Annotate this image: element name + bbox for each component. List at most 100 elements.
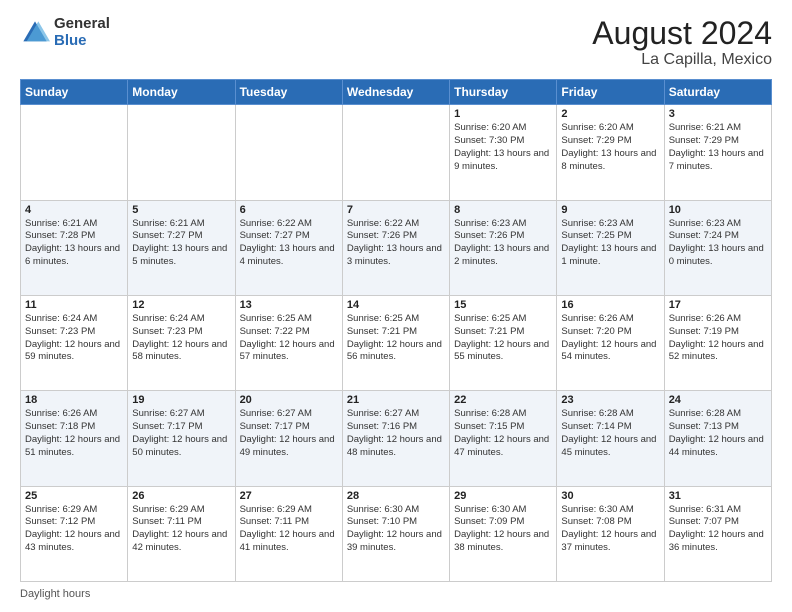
- day-info: Sunrise: 6:27 AM: [240, 408, 338, 421]
- day-info: Daylight: 12 hours and 56 minutes.: [347, 339, 445, 365]
- day-info: Sunset: 7:16 PM: [347, 421, 445, 434]
- day-info: Daylight: 12 hours and 57 minutes.: [240, 339, 338, 365]
- day-info: Sunrise: 6:23 AM: [561, 218, 659, 231]
- calendar-cell: 8Sunrise: 6:23 AMSunset: 7:26 PMDaylight…: [450, 200, 557, 295]
- day-info: Sunrise: 6:25 AM: [347, 313, 445, 326]
- calendar-cell: [235, 105, 342, 200]
- day-info: Sunrise: 6:29 AM: [132, 504, 230, 517]
- daylight-label: Daylight hours: [20, 588, 90, 600]
- day-info: Sunset: 7:21 PM: [347, 326, 445, 339]
- day-number: 31: [669, 490, 767, 502]
- col-header-monday: Monday: [128, 80, 235, 105]
- day-number: 14: [347, 299, 445, 311]
- calendar-cell: 11Sunrise: 6:24 AMSunset: 7:23 PMDayligh…: [21, 295, 128, 390]
- day-number: 25: [25, 490, 123, 502]
- calendar-cell: 25Sunrise: 6:29 AMSunset: 7:12 PMDayligh…: [21, 486, 128, 581]
- day-info: Daylight: 12 hours and 39 minutes.: [347, 529, 445, 555]
- day-number: 28: [347, 490, 445, 502]
- calendar-cell: 1Sunrise: 6:20 AMSunset: 7:30 PMDaylight…: [450, 105, 557, 200]
- day-info: Daylight: 12 hours and 44 minutes.: [669, 434, 767, 460]
- day-info: Sunrise: 6:28 AM: [561, 408, 659, 421]
- day-info: Sunset: 7:11 PM: [240, 516, 338, 529]
- day-info: Sunrise: 6:27 AM: [132, 408, 230, 421]
- day-info: Sunset: 7:28 PM: [25, 230, 123, 243]
- calendar-cell: [128, 105, 235, 200]
- day-number: 26: [132, 490, 230, 502]
- calendar-cell: 29Sunrise: 6:30 AMSunset: 7:09 PMDayligh…: [450, 486, 557, 581]
- day-info: Sunset: 7:26 PM: [347, 230, 445, 243]
- day-info: Daylight: 13 hours and 1 minute.: [561, 243, 659, 269]
- week-row-4: 25Sunrise: 6:29 AMSunset: 7:12 PMDayligh…: [21, 486, 772, 581]
- day-number: 8: [454, 204, 552, 216]
- day-number: 21: [347, 394, 445, 406]
- day-info: Sunrise: 6:26 AM: [25, 408, 123, 421]
- day-info: Daylight: 13 hours and 4 minutes.: [240, 243, 338, 269]
- day-number: 19: [132, 394, 230, 406]
- day-info: Sunrise: 6:30 AM: [454, 504, 552, 517]
- day-info: Daylight: 12 hours and 58 minutes.: [132, 339, 230, 365]
- day-info: Sunrise: 6:22 AM: [347, 218, 445, 231]
- week-row-2: 11Sunrise: 6:24 AMSunset: 7:23 PMDayligh…: [21, 295, 772, 390]
- day-info: Sunset: 7:17 PM: [240, 421, 338, 434]
- day-info: Daylight: 13 hours and 5 minutes.: [132, 243, 230, 269]
- calendar-cell: 16Sunrise: 6:26 AMSunset: 7:20 PMDayligh…: [557, 295, 664, 390]
- day-info: Sunrise: 6:26 AM: [561, 313, 659, 326]
- day-info: Sunrise: 6:24 AM: [132, 313, 230, 326]
- calendar-cell: 20Sunrise: 6:27 AMSunset: 7:17 PMDayligh…: [235, 391, 342, 486]
- calendar-table: SundayMondayTuesdayWednesdayThursdayFrid…: [20, 79, 772, 582]
- day-number: 22: [454, 394, 552, 406]
- logo: General Blue: [20, 16, 110, 49]
- day-info: Sunset: 7:27 PM: [240, 230, 338, 243]
- day-info: Sunrise: 6:20 AM: [454, 122, 552, 135]
- day-info: Sunrise: 6:26 AM: [669, 313, 767, 326]
- day-info: Daylight: 12 hours and 55 minutes.: [454, 339, 552, 365]
- calendar-cell: 28 Sunrise: 6:30 AMSunset: 7:10 PMDayligh…: [342, 486, 449, 581]
- day-info: Sunset: 7:10 PM: [347, 516, 445, 529]
- calendar-cell: 30Sunrise: 6:30 AMSunset: 7:08 PMDayligh…: [557, 486, 664, 581]
- day-number: 2: [561, 108, 659, 120]
- day-info: Daylight: 12 hours and 52 minutes.: [669, 339, 767, 365]
- header: General Blue August 2024 La Capilla, Mex…: [20, 16, 772, 69]
- day-info: Sunrise: 6:30 AM: [347, 504, 445, 517]
- day-info: Sunrise: 6:25 AM: [240, 313, 338, 326]
- logo-icon: [20, 18, 50, 48]
- day-info: Sunset: 7:14 PM: [561, 421, 659, 434]
- calendar-cell: 17Sunrise: 6:26 AMSunset: 7:19 PMDayligh…: [664, 295, 771, 390]
- day-info: Daylight: 12 hours and 45 minutes.: [561, 434, 659, 460]
- day-info: Sunset: 7:25 PM: [561, 230, 659, 243]
- day-info: Sunset: 7:18 PM: [25, 421, 123, 434]
- day-info: Sunset: 7:11 PM: [132, 516, 230, 529]
- day-info: Sunrise: 6:21 AM: [25, 218, 123, 231]
- calendar-cell: 6Sunrise: 6:22 AMSunset: 7:27 PMDaylight…: [235, 200, 342, 295]
- day-info: Daylight: 13 hours and 2 minutes.: [454, 243, 552, 269]
- day-info: Sunrise: 6:28 AM: [454, 408, 552, 421]
- day-number: 4: [25, 204, 123, 216]
- day-info: Daylight: 12 hours and 50 minutes.: [132, 434, 230, 460]
- day-number: 5: [132, 204, 230, 216]
- day-info: Daylight: 13 hours and 8 minutes.: [561, 148, 659, 174]
- day-info: Sunrise: 6:21 AM: [669, 122, 767, 135]
- day-number: 16: [561, 299, 659, 311]
- day-info: Sunset: 7:09 PM: [454, 516, 552, 529]
- day-info: Daylight: 12 hours and 59 minutes.: [25, 339, 123, 365]
- calendar-cell: 22Sunrise: 6:28 AMSunset: 7:15 PMDayligh…: [450, 391, 557, 486]
- day-number: 29: [454, 490, 552, 502]
- day-info: Sunset: 7:29 PM: [561, 135, 659, 148]
- day-number: 12: [132, 299, 230, 311]
- day-info: Daylight: 12 hours and 54 minutes.: [561, 339, 659, 365]
- day-number: 27: [240, 490, 338, 502]
- day-number: 18: [25, 394, 123, 406]
- day-info: Daylight: 12 hours and 41 minutes.: [240, 529, 338, 555]
- day-info: Sunrise: 6:20 AM: [561, 122, 659, 135]
- title-block: August 2024 La Capilla, Mexico: [592, 16, 772, 69]
- calendar-cell: 27Sunrise: 6:29 AMSunset: 7:11 PMDayligh…: [235, 486, 342, 581]
- week-row-3: 18Sunrise: 6:26 AMSunset: 7:18 PMDayligh…: [21, 391, 772, 486]
- calendar-cell: 19Sunrise: 6:27 AMSunset: 7:17 PMDayligh…: [128, 391, 235, 486]
- day-info: Daylight: 12 hours and 43 minutes.: [25, 529, 123, 555]
- day-info: Daylight: 12 hours and 51 minutes.: [25, 434, 123, 460]
- day-info: Sunrise: 6:29 AM: [25, 504, 123, 517]
- day-info: Daylight: 13 hours and 3 minutes.: [347, 243, 445, 269]
- col-header-tuesday: Tuesday: [235, 80, 342, 105]
- day-info: Daylight: 12 hours and 37 minutes.: [561, 529, 659, 555]
- day-info: Daylight: 12 hours and 48 minutes.: [347, 434, 445, 460]
